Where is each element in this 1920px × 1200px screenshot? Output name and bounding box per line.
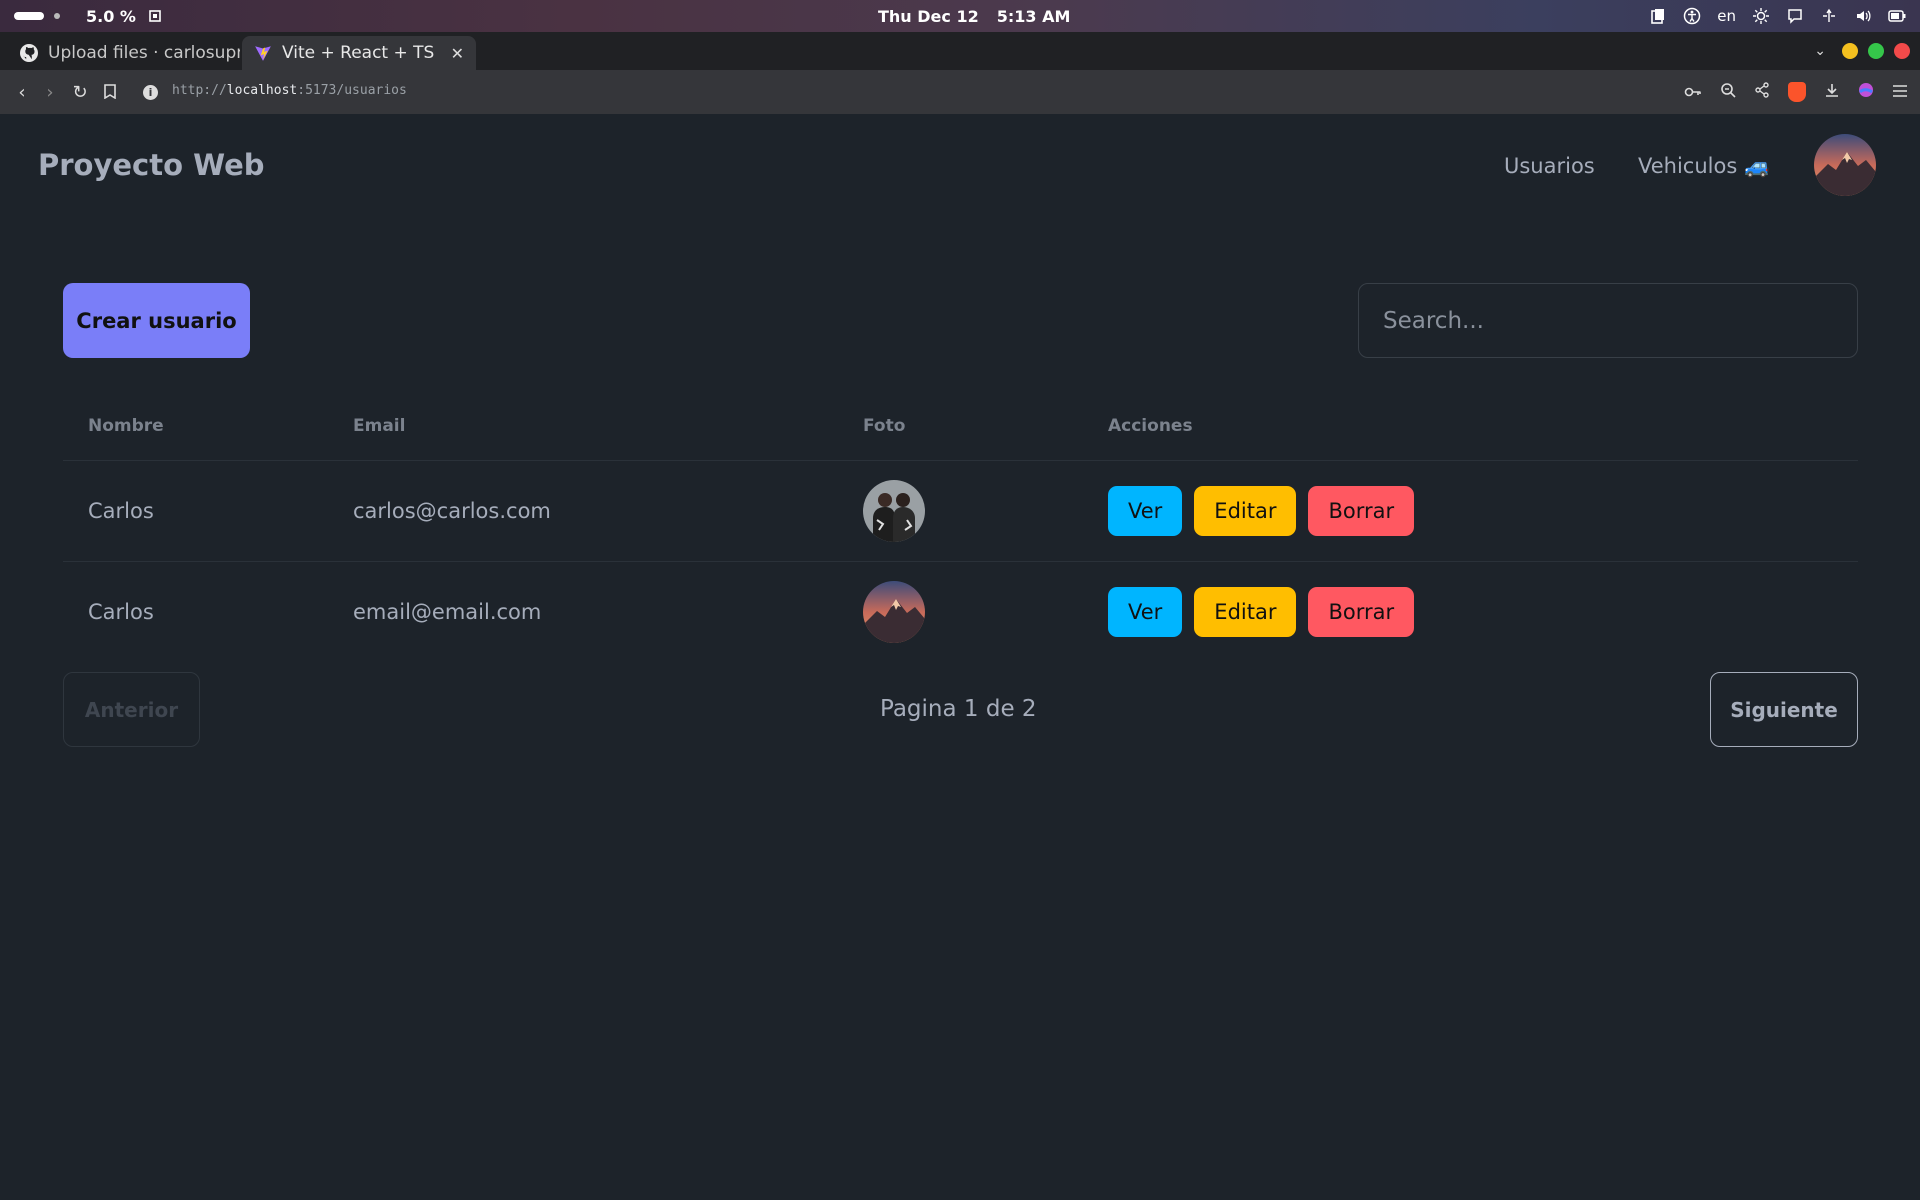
- create-user-button[interactable]: Crear usuario: [63, 283, 250, 358]
- download-icon[interactable]: [1824, 82, 1840, 102]
- borrar-button[interactable]: Borrar: [1308, 485, 1415, 536]
- app-brand[interactable]: Proyecto Web: [38, 148, 265, 182]
- maximize-button[interactable]: [1868, 43, 1884, 59]
- cell-foto: [838, 561, 1083, 662]
- accessibility-icon[interactable]: [1683, 7, 1701, 25]
- reload-icon[interactable]: ↻: [70, 82, 90, 103]
- chat-icon[interactable]: [1786, 7, 1804, 25]
- volume-icon[interactable]: [1854, 7, 1872, 25]
- vite-icon: [255, 46, 271, 61]
- editar-button[interactable]: Editar: [1194, 485, 1297, 536]
- clock[interactable]: Thu Dec 12 5:13 AM: [878, 0, 1070, 32]
- table-row: Carlos email@email.com Ver Editar Borrar: [63, 561, 1858, 662]
- bookmark-icon[interactable]: [100, 83, 120, 104]
- column-header-foto: Foto: [838, 392, 1083, 461]
- cell-acciones: Ver Editar Borrar: [1083, 561, 1858, 662]
- user-photo: [863, 479, 925, 542]
- zoom-icon[interactable]: [1720, 82, 1736, 102]
- column-header-nombre: Nombre: [63, 392, 328, 461]
- tab-list-chevron-icon[interactable]: ⌄: [1814, 43, 1826, 59]
- cell-email: carlos@carlos.com: [328, 460, 838, 562]
- page-indicator: Pagina 1 de 2: [880, 696, 1037, 722]
- tab-title: Vite + React + TS: [282, 43, 435, 63]
- browser-tab-strip: Upload files · carlosupre Vite + React +…: [0, 32, 1920, 100]
- date-label: Thu Dec 12: [878, 6, 979, 26]
- cell-acciones: Ver Editar Borrar: [1083, 460, 1858, 562]
- time-label: 5:13 AM: [996, 6, 1071, 26]
- back-icon[interactable]: ‹: [12, 82, 32, 103]
- key-icon[interactable]: [1684, 83, 1702, 102]
- cell-nombre: Carlos: [63, 460, 328, 562]
- brightness-icon[interactable]: [1752, 7, 1770, 25]
- keyboard-language[interactable]: en: [1717, 7, 1736, 25]
- borrar-button[interactable]: Borrar: [1308, 586, 1415, 637]
- user-avatar[interactable]: [1814, 134, 1876, 196]
- url-scheme: http://: [172, 83, 227, 98]
- tab-close-icon[interactable]: ✕: [451, 44, 464, 63]
- minimize-button[interactable]: [1842, 43, 1858, 59]
- cell-foto: [838, 460, 1083, 562]
- tab-upload-files[interactable]: Upload files · carlosupre: [8, 36, 240, 70]
- cpu-icon: [146, 7, 164, 25]
- user-photo: [863, 580, 925, 643]
- table-header-row: Nombre Email Foto Acciones: [63, 392, 1858, 461]
- site-info-icon[interactable]: i: [143, 85, 158, 100]
- cell-email: email@email.com: [353, 599, 542, 624]
- tab-title: Upload files · carlosupre: [48, 43, 240, 63]
- clipboard-icon[interactable]: [1649, 7, 1667, 25]
- cell-nombre: Carlos: [88, 599, 154, 624]
- ver-button[interactable]: Ver: [1108, 485, 1183, 536]
- table-row: Carlos carlos@carlos.com Ver Editar Borr…: [63, 460, 1858, 562]
- menu-icon[interactable]: [1892, 83, 1908, 102]
- url-field[interactable]: http://localhost:5173/usuarios: [172, 83, 407, 98]
- nav-usuarios-link[interactable]: Usuarios: [1504, 154, 1595, 178]
- nav-vehiculos-link[interactable]: Vehiculos 🚙: [1638, 154, 1770, 179]
- os-top-bar: 5.0 % Thu Dec 12 5:13 AM en: [0, 0, 1920, 32]
- search-input[interactable]: [1358, 283, 1858, 358]
- ver-button[interactable]: Ver: [1108, 586, 1183, 637]
- app-root: Proyecto Web Usuarios Vehiculos 🚙 Crear …: [0, 114, 1920, 1200]
- url-host: localhost: [226, 83, 298, 98]
- previous-page-button[interactable]: Anterior: [63, 672, 200, 747]
- brave-shields-icon[interactable]: [1788, 82, 1806, 102]
- cpu-usage: 5.0 %: [86, 6, 136, 26]
- column-header-email: Email: [328, 392, 838, 461]
- battery-icon[interactable]: [1888, 7, 1906, 25]
- network-icon[interactable]: [1820, 7, 1838, 25]
- window-controls: ⌄: [1814, 32, 1910, 70]
- workspace-dot[interactable]: [54, 13, 60, 19]
- github-icon: [20, 44, 38, 62]
- forward-icon[interactable]: ›: [40, 82, 60, 103]
- url-path: :5173/usuarios: [297, 83, 407, 98]
- share-icon[interactable]: [1754, 82, 1770, 102]
- close-window-button[interactable]: [1894, 43, 1910, 59]
- address-bar: ‹ › ↻ i http://localhost:5173/usuarios: [0, 70, 1920, 114]
- editar-button[interactable]: Editar: [1194, 586, 1297, 637]
- column-header-acciones: Acciones: [1083, 392, 1858, 461]
- tab-vite-react[interactable]: Vite + React + TS ✕: [242, 36, 476, 70]
- workspace-indicator[interactable]: [14, 12, 44, 20]
- profile-icon[interactable]: [1858, 82, 1874, 102]
- next-page-button[interactable]: Siguiente: [1710, 672, 1858, 747]
- users-table: Nombre Email Foto Acciones Carlos carlos…: [63, 392, 1858, 662]
